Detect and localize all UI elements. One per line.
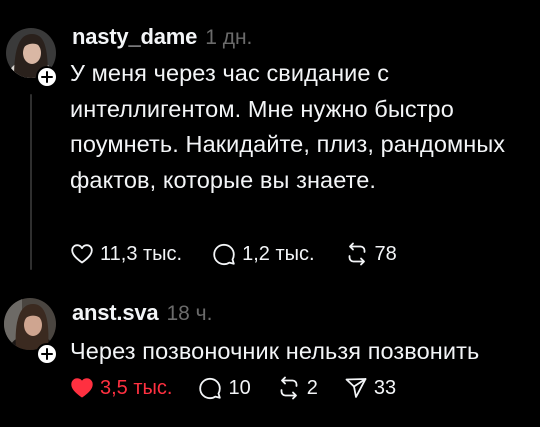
repost-button[interactable]: 2	[277, 376, 318, 400]
repost-button[interactable]: 78	[345, 242, 397, 266]
share-button[interactable]: 33	[344, 376, 396, 400]
like-count: 3,5 тыс.	[100, 376, 173, 399]
heart-icon	[71, 244, 93, 264]
post-header: anst.sva 18 ч.	[72, 300, 212, 326]
repost-icon	[348, 242, 365, 266]
username[interactable]: nasty_dame	[72, 24, 197, 50]
like-button[interactable]: 3,5 тыс.	[70, 376, 172, 400]
thread-line	[30, 94, 32, 270]
repost-count: 78	[374, 242, 397, 265]
comment-icon	[199, 377, 222, 400]
plus-icon	[41, 71, 53, 83]
comment-icon	[213, 243, 235, 266]
reply-post: anst.sva 18 ч. Через позвоночник нельзя …	[0, 290, 540, 427]
timestamp: 18 ч.	[166, 302, 213, 325]
follow-plus-button[interactable]	[36, 343, 58, 365]
heart-filled-icon	[71, 378, 93, 398]
username[interactable]: anst.sva	[72, 300, 159, 326]
thread-post: nasty_dame 1 дн. У меня через час свидан…	[0, 0, 540, 290]
post-header: nasty_dame 1 дн.	[72, 24, 252, 50]
post-actions: 11,3 тыс. 1,2 тыс. 78	[70, 242, 427, 266]
post-text: Через позвоночник нельзя позвонить	[70, 338, 480, 364]
plus-icon	[41, 348, 53, 360]
share-icon	[345, 378, 367, 398]
post-actions: 3,5 тыс. 10 2 33	[70, 376, 422, 400]
share-count: 33	[373, 376, 397, 399]
reply-count: 10	[228, 376, 251, 399]
timestamp: 1 дн.	[205, 26, 253, 49]
repost-count: 2	[306, 376, 318, 399]
like-count: 11,3 тыс.	[100, 242, 183, 265]
post-text: У меня через час свидание с интеллигенто…	[70, 60, 506, 193]
repost-icon	[280, 376, 298, 400]
follow-plus-button[interactable]	[36, 66, 58, 88]
like-button[interactable]: 11,3 тыс.	[70, 242, 182, 266]
reply-button[interactable]: 1,2 тыс.	[212, 242, 315, 266]
reply-button[interactable]: 10	[198, 376, 251, 400]
reply-count: 1,2 тыс.	[242, 242, 315, 265]
